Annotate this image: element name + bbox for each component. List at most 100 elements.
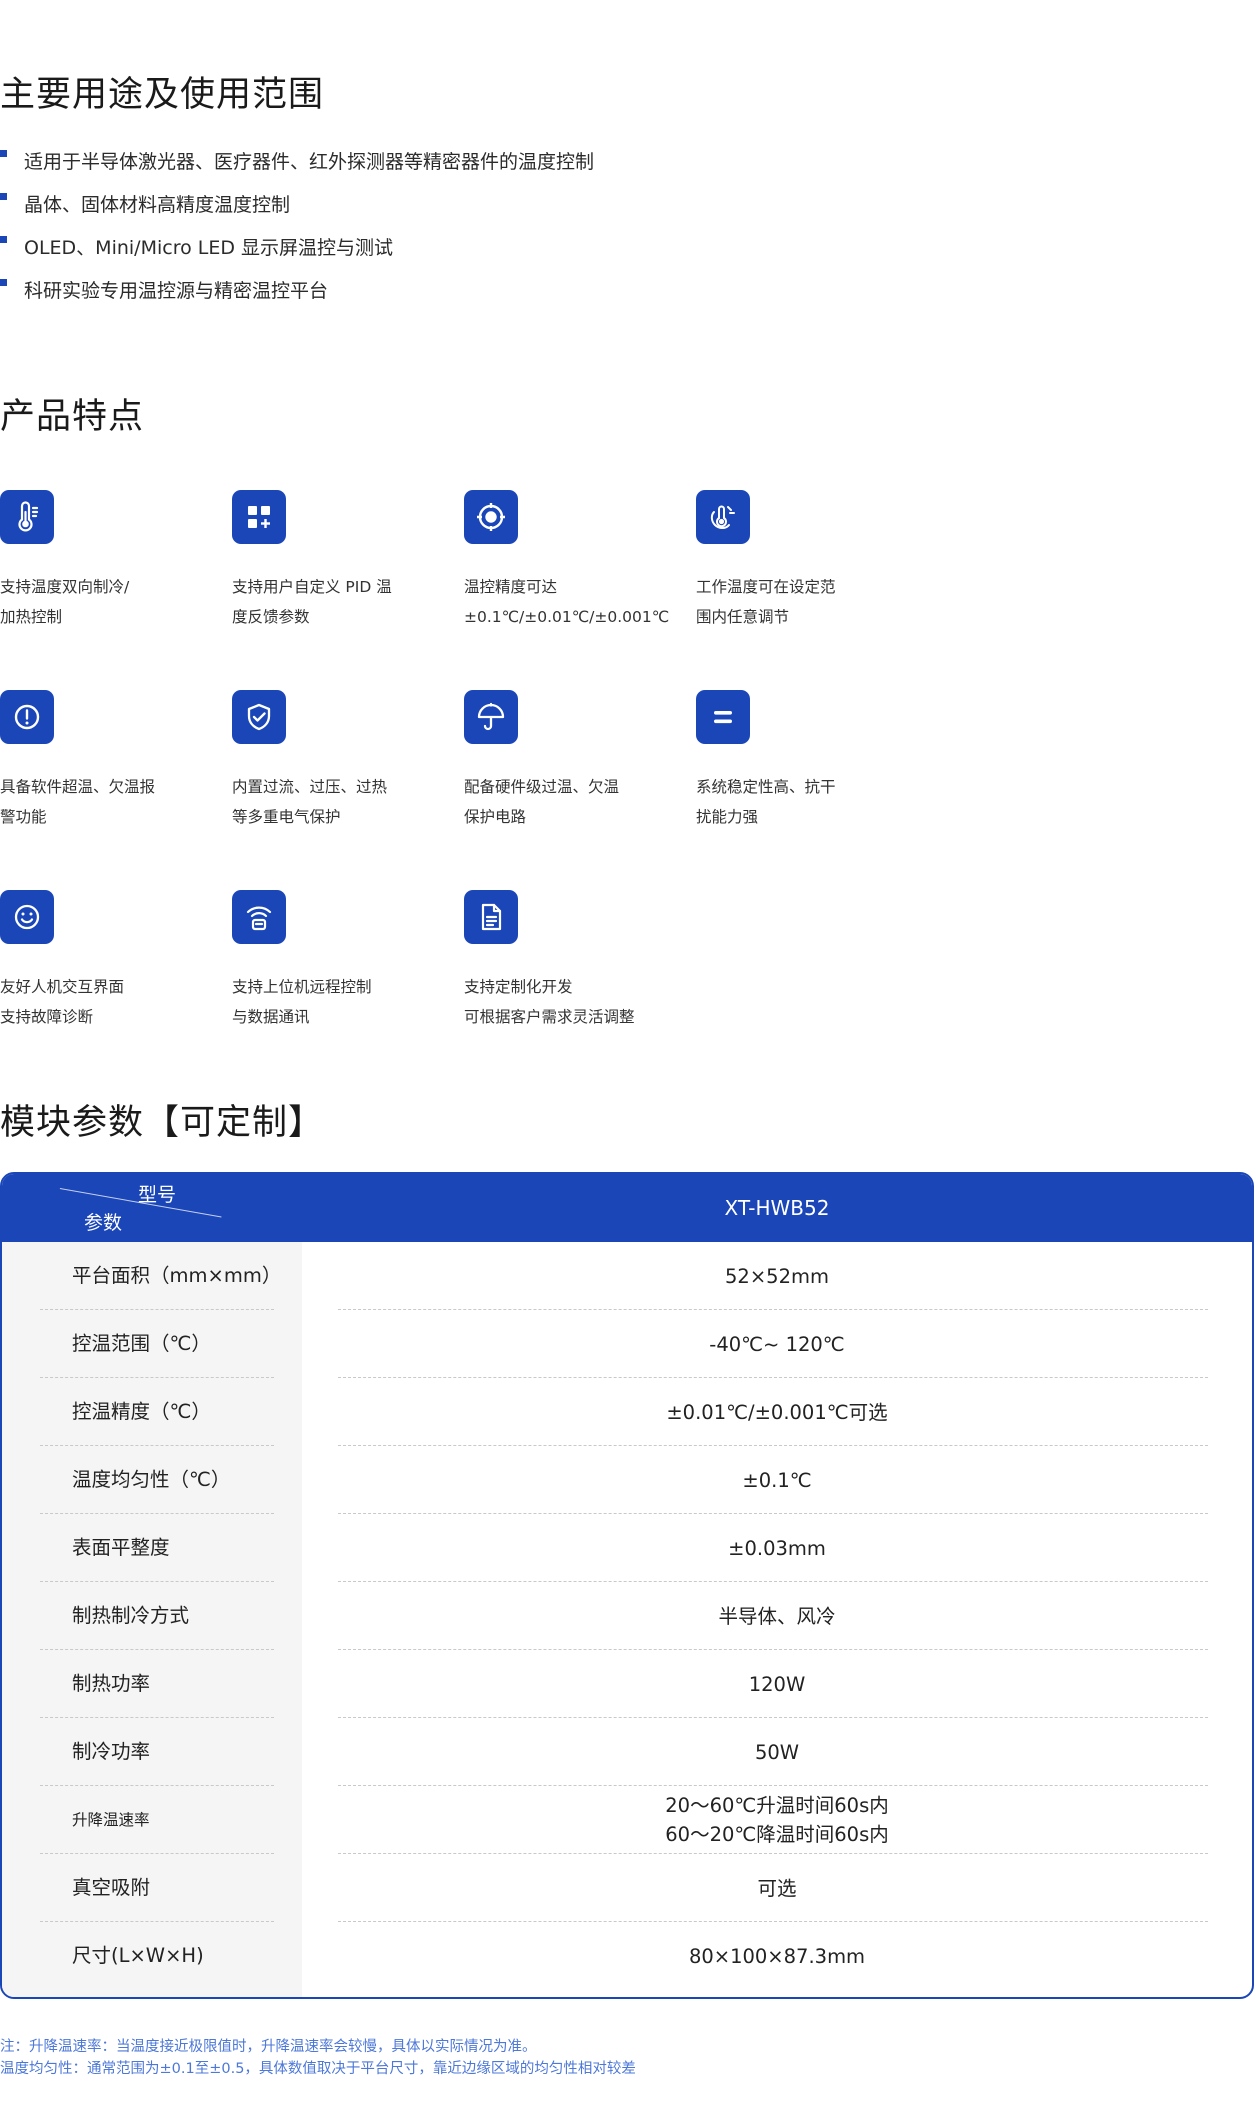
table-body: 平台面积（mm×mm） 52×52mm 控温范围（℃） -40℃~ 120℃ 控… [2,1242,1252,1997]
feature-text-line: 支持温度双向制冷/ [0,578,130,596]
feature-text-line: 围内任意调节 [696,608,790,626]
row-value: ±0.1℃ [302,1446,1252,1514]
feature-item: 系统稳定性高、抗干 扰能力强 [696,690,896,832]
feature-text-line: 扰能力强 [696,808,759,826]
bullet-icon [0,279,7,286]
feature-text-line: ±0.1℃/±0.01℃/±0.001℃ [464,608,670,626]
feature-item: 工作温度可在设定范 围内任意调节 [696,490,896,632]
table-row: 控温范围（℃） -40℃~ 120℃ [2,1310,1252,1378]
table-header: 型号 参数 XT-HWB52 [2,1174,1252,1242]
row-value-line: 50W [754,1740,800,1764]
row-value-line: 80×100×87.3mm [688,1944,866,1968]
uses-item-text: 晶体、固体材料高精度温度控制 [24,194,291,216]
feature-item: 配备硬件级过温、欠温 保护电路 [464,690,664,832]
feature-item: 支持温度双向制冷/加热控制 [0,490,200,632]
uses-list-item: OLED、Mini/Micro LED 显示屏温控与测试 [0,230,594,273]
thermometer-icon [0,490,54,544]
row-value-line: 52×52mm [725,1264,829,1288]
row-value-line: 半导体、风冷 [718,1604,836,1628]
table-row: 平台面积（mm×mm） 52×52mm [2,1242,1252,1310]
feature-text-line: 度反馈参数 [232,608,310,626]
table-row: 控温精度（℃） ±0.01℃/±0.001℃可选 [2,1378,1252,1446]
params-table: 型号 参数 XT-HWB52 平台面积（mm×mm） 52×52mm 控温范围（… [0,1172,1254,1999]
uses-item-text: 科研实验专用温控源与精密温控平台 [24,280,329,302]
feature-item: 内置过流、过压、过热 等多重电气保护 [232,690,432,832]
table-row: 表面平整度 ±0.03mm [2,1514,1252,1582]
row-value-line: ±0.1℃ [742,1468,812,1492]
uses-item-text: OLED、Mini/Micro LED 显示屏温控与测试 [24,237,394,259]
feature-text-line: 系统稳定性高、抗干 [696,778,836,796]
row-value-line: -40℃~ 120℃ [709,1332,845,1356]
uses-list-item: 适用于半导体激光器、医疗器件、红外探测器等精密器件的温度控制 [0,144,594,187]
table-row: 真空吸附 可选 [2,1854,1252,1922]
feature-text-line: 配备硬件级过温、欠温 [464,778,620,796]
equals-icon [696,690,750,744]
row-label: 平台面积（mm×mm） [72,1264,282,1287]
bullet-icon [0,193,7,200]
row-value-line: ±0.01℃/±0.001℃可选 [666,1400,888,1424]
feature-text-line: 内置过流、过压、过热 [232,778,388,796]
feature-text-line: 工作温度可在设定范 [696,578,836,596]
header-param-label: 参数 [84,1212,123,1234]
row-label: 表面平整度 [72,1536,170,1559]
feature-text-line: 警功能 [0,808,47,826]
row-value: 50W [302,1718,1252,1786]
feature-item: 支持用户自定义 PID 温度反馈参数 [232,490,432,632]
table-row: 制热功率 120W [2,1650,1252,1718]
table-row: 升降温速率 20～60℃升温时间60s内 60～20℃降温时间60s内 [2,1786,1252,1854]
hand-temperature-icon [696,490,750,544]
alert-circle-icon [0,690,54,744]
precision-target-icon [464,490,518,544]
feature-text-line: 加热控制 [0,608,63,626]
header-model-label: 型号 [138,1184,177,1206]
row-label: 制热制冷方式 [72,1604,190,1627]
feature-item: 友好人机交互界面 支持故障诊断 [0,890,200,1032]
row-value: 120W [302,1650,1252,1718]
row-value: 80×100×87.3mm [302,1922,1252,1990]
bullet-icon [0,236,7,243]
uses-section-title: 主要用途及使用范围 [0,75,325,115]
smiley-icon [0,890,54,944]
row-label: 温度均匀性（℃） [72,1468,231,1491]
feature-item: 温控精度可达 ±0.1℃/±0.01℃/±0.001℃ [464,490,670,632]
features-grid: 支持温度双向制冷/加热控制 支持用户自定义 PID 温度反馈参数 温控精度可达 ±… [0,490,940,1050]
table-row: 温度均匀性（℃） ±0.1℃ [2,1446,1252,1514]
footnote-line: 温度均匀性：通常范围为±0.1至±0.5，具体数值取决于平台尺寸，靠近边缘区域的… [0,2061,636,2077]
feature-item: 具备软件超温、欠温报 警功能 [0,690,200,832]
custom-grid-plus-icon [232,490,286,544]
row-value-line: ±0.03mm [728,1536,826,1560]
row-label: 升降温速率 [72,1811,150,1829]
row-value: ±0.01℃/±0.001℃可选 [302,1378,1252,1446]
remote-signal-icon [232,890,286,944]
feature-text-line: 与数据通讯 [232,1008,310,1026]
row-value-line: 60～20℃降温时间60s内 [665,1823,889,1846]
feature-text-line: 支持定制化开发 [464,978,573,996]
row-label: 真空吸附 [72,1876,151,1899]
features-section-title: 产品特点 [0,397,145,437]
feature-item: 支持定制化开发可根据客户需求灵活调整 [464,890,664,1032]
feature-text-line: 可根据客户需求灵活调整 [464,1008,635,1026]
feature-text-line: 支持上位机远程控制 [232,978,372,996]
document-icon [464,890,518,944]
feature-text-line: 友好人机交互界面 [0,978,125,996]
table-row: 制热制冷方式 半导体、风冷 [2,1582,1252,1650]
row-value: 20～60℃升温时间60s内 60～20℃降温时间60s内 [302,1786,1252,1854]
feature-text-line: 等多重电气保护 [232,808,341,826]
table-row: 尺寸(L×W×H) 80×100×87.3mm [2,1922,1252,1990]
params-section-title: 模块参数【可定制】 [0,1103,325,1143]
shield-check-icon [232,690,286,744]
uses-item-text: 适用于半导体激光器、医疗器件、红外探测器等精密器件的温度控制 [24,151,595,173]
row-label: 控温精度（℃） [72,1400,211,1423]
row-value-line: 20～60℃升温时间60s内 [665,1794,889,1817]
table-row: 制冷功率 50W [2,1718,1252,1786]
footnote-line: 注：升降温速率：当温度接近极限值时，升降温速率会较慢，具体以实际情况为准。 [0,2039,537,2055]
row-label: 控温范围（℃） [72,1332,211,1355]
feature-text-line: 支持故障诊断 [0,1008,94,1026]
umbrella-icon [464,690,518,744]
feature-item: 支持上位机远程控制 与数据通讯 [232,890,432,1032]
row-value-line: 120W [748,1672,806,1696]
footnotes: 注：升降温速率：当温度接近极限值时，升降温速率会较慢，具体以实际情况为准。 温度… [0,2036,636,2080]
feature-text-line: 具备软件超温、欠温报 [0,778,156,796]
row-label: 制热功率 [72,1672,151,1695]
feature-text-line: 温控精度可达 [464,578,558,596]
